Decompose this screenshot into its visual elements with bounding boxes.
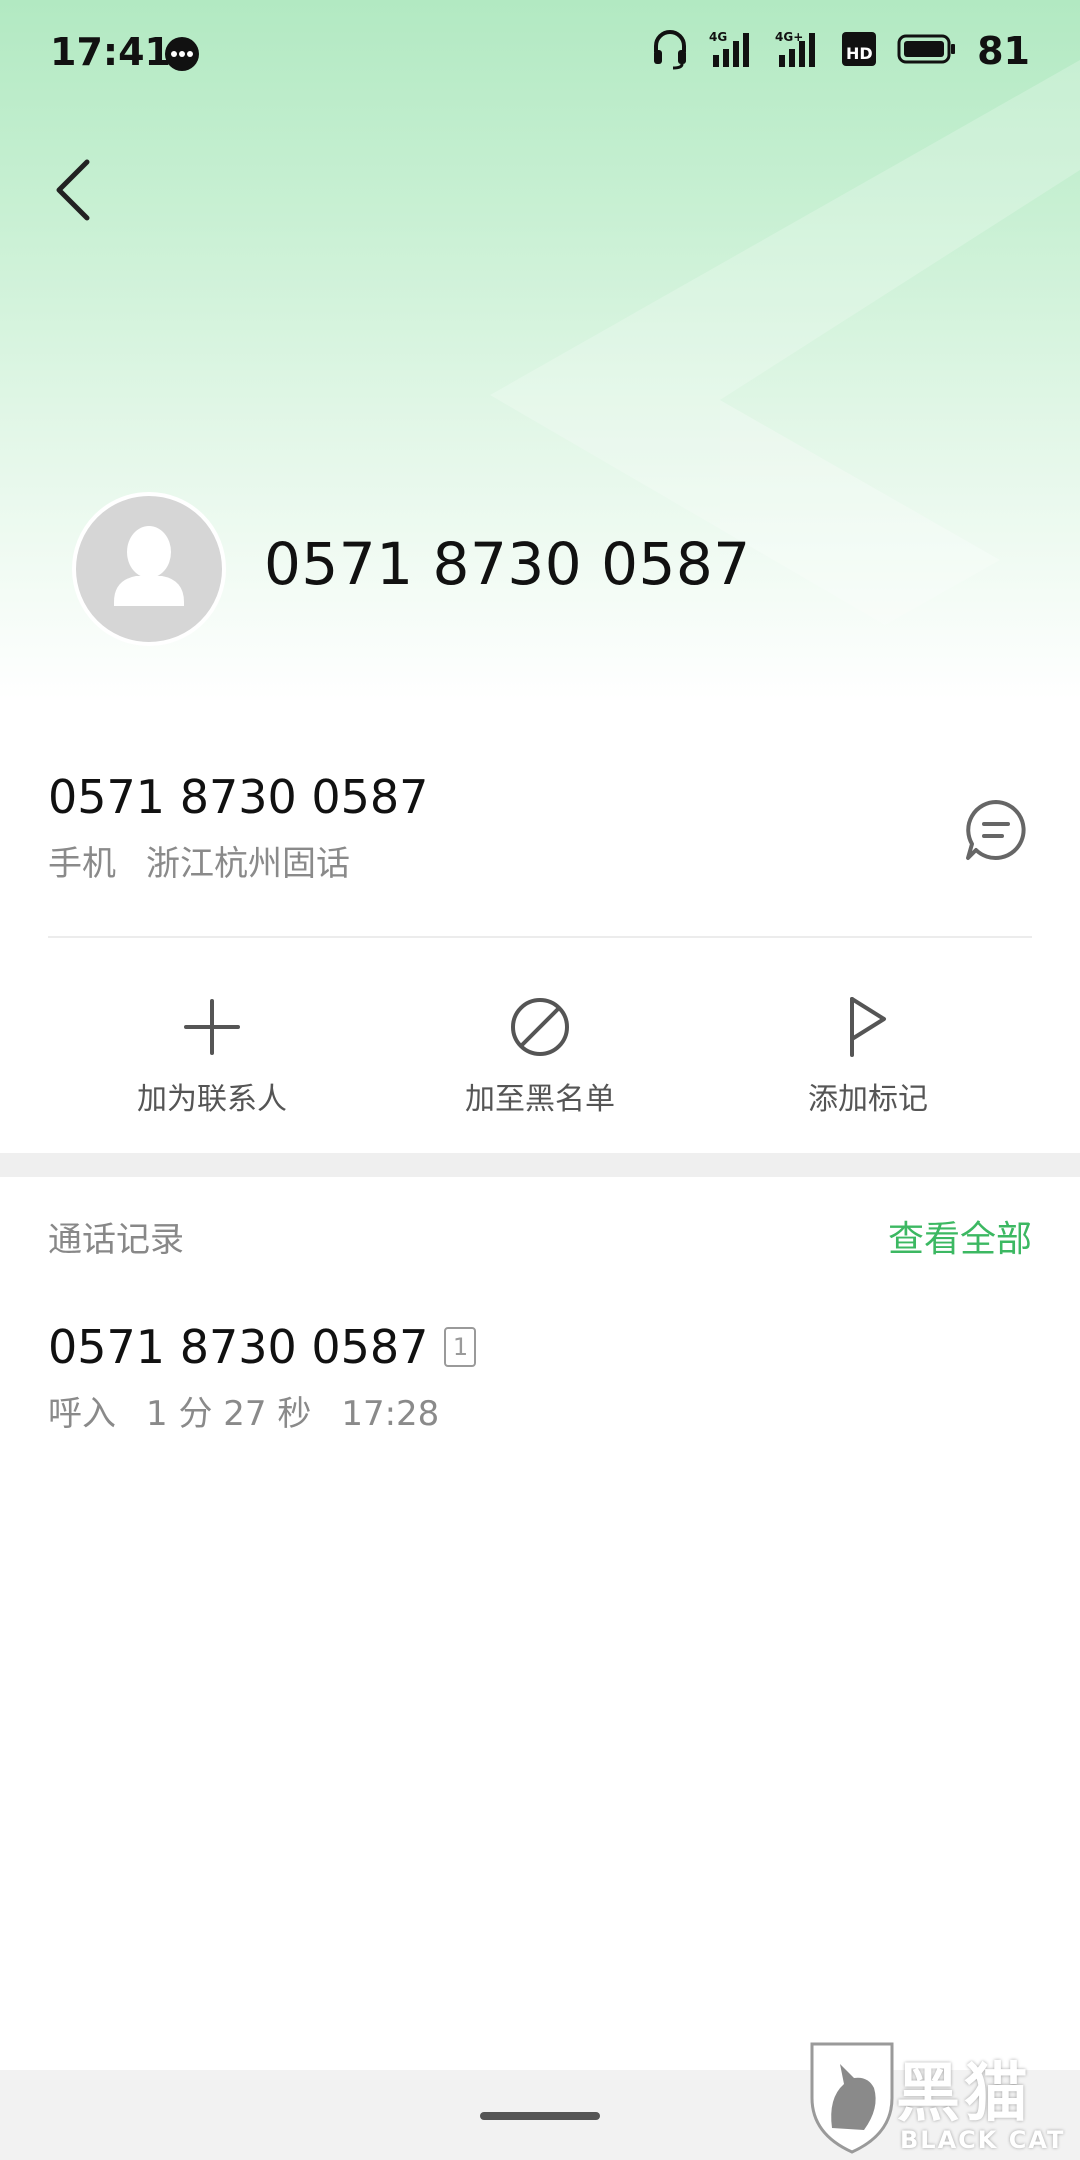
battery-level: 81: [977, 29, 1030, 73]
section-separator: [0, 1153, 1080, 1177]
detail-phone-number[interactable]: 0571 8730 0587: [48, 770, 428, 824]
person-icon: [114, 526, 184, 606]
cat-shield-logo-icon: [810, 2042, 894, 2154]
svg-text:HD: HD: [846, 44, 873, 63]
signal-4g-icon: 4G: [709, 29, 755, 73]
sim-card-icon: 1: [444, 1327, 477, 1367]
signal-4g-plus-icon: 4G+: [775, 29, 821, 73]
black-cat-watermark: 黑猫 BLACK CAT: [804, 2038, 1074, 2160]
add-tag-button[interactable]: 添加标记: [748, 990, 988, 1118]
avatar: [72, 492, 226, 646]
call-direction: 呼入: [48, 1394, 116, 1434]
view-all-button[interactable]: 查看全部: [888, 1210, 1032, 1262]
call-log-title: 通话记录: [48, 1220, 184, 1260]
battery-icon: [897, 33, 957, 69]
header-phone-number: 0571 8730 0587: [264, 530, 751, 598]
network-label-1: 4G: [709, 30, 727, 44]
flag-icon: [850, 997, 886, 1057]
add-to-blacklist-label: 加至黑名单: [465, 1082, 615, 1117]
call-log-number-row: 0571 8730 0587 1: [48, 1320, 477, 1374]
call-log-number: 0571 8730 0587: [48, 1320, 429, 1374]
back-button[interactable]: [38, 150, 108, 230]
block-icon: [511, 998, 569, 1056]
message-bubble-icon: [164, 36, 200, 76]
hd-call-icon: HD: [841, 31, 877, 71]
number-detail-row: 0571 8730 0587 手机 浙江杭州固话: [48, 770, 428, 885]
call-log-entry[interactable]: 0571 8730 0587 1 呼入 1 分 27 秒 17:28: [48, 1320, 477, 1435]
send-message-button[interactable]: [962, 796, 1030, 864]
add-contact-label: 加为联系人: [137, 1082, 287, 1117]
chat-bubble-icon: [966, 800, 1026, 860]
number-type: 手机: [48, 844, 116, 884]
add-to-blacklist-button[interactable]: 加至黑名单: [420, 990, 660, 1118]
plus-icon: [184, 999, 240, 1055]
headset-icon: [651, 28, 689, 74]
add-tag-label: 添加标记: [808, 1082, 928, 1117]
divider: [48, 936, 1032, 938]
status-time: 17:41: [50, 30, 171, 74]
call-time: 17:28: [341, 1394, 440, 1434]
add-contact-button[interactable]: 加为联系人: [92, 990, 332, 1118]
call-log-meta: 呼入 1 分 27 秒 17:28: [48, 1386, 476, 1435]
chevron-left-icon: [56, 159, 90, 221]
number-location: 浙江杭州固话: [146, 844, 350, 884]
home-gesture-handle[interactable]: [480, 2112, 600, 2120]
watermark-en-text: BLACK CAT: [900, 2126, 1066, 2154]
number-meta: 手机 浙江杭州固话: [48, 836, 428, 885]
watermark-cn-text: 黑猫: [896, 2057, 1032, 2131]
call-duration: 1 分 27 秒: [146, 1394, 312, 1434]
status-bar: 17:41 4G 4G+ HD 81: [0, 0, 1080, 108]
